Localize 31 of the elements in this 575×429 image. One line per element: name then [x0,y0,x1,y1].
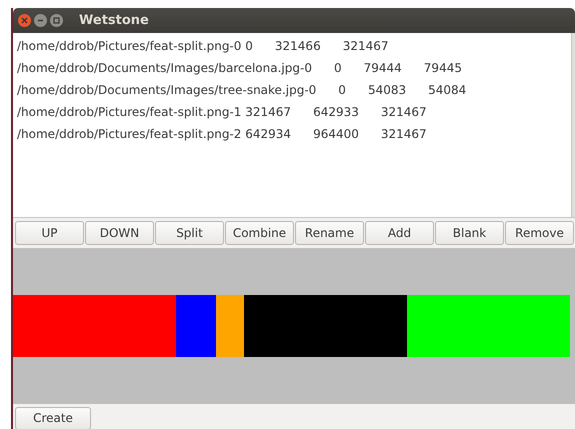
list-cell-text: 54083 [368,82,406,99]
scrollbar[interactable] [571,33,575,217]
list-cell-text: 0 [338,82,346,99]
list-cell-text: 321467 [342,38,389,55]
toolbar-button[interactable]: Blank [435,221,504,245]
list-cell-text: /home/ddrob/Pictures/feat-split.png-2 642934 [17,126,292,143]
list-cell-text: /home/ddrob/Documents/Images/barcelona.jpg-0 [17,60,312,77]
toolbar-button[interactable]: Split [155,221,224,245]
toolbar-button[interactable]: DOWN [85,221,154,245]
list-cell-text: /home/ddrob/Documents/Images/tree-snake.jpg-0 [17,82,316,99]
list-cell-text: 79444 [364,60,402,77]
toolbar-button[interactable]: UP [15,221,84,245]
list-cell-text: 321467 [380,126,427,143]
window-title: Wetstone [79,12,149,30]
list-cell-text: 642933 [313,104,359,121]
toolbar-button[interactable]: Rename [295,221,364,245]
list-cell-text: 0 [334,60,342,77]
list-cell-text: 321467 [380,104,427,121]
toolbar-button[interactable]: Remove [505,221,574,245]
list-cell-text: 54084 [428,82,466,99]
close-icon[interactable] [18,14,31,27]
toolbar-button[interactable]: Add [365,221,434,245]
list-cell-text: /home/ddrob/Pictures/feat-split.png-0 0 [17,38,253,55]
toolbar-button[interactable]: Combine [225,221,294,245]
list-cell-text: /home/ddrob/Pictures/feat-split.png-1 321467 [17,104,292,121]
list-cell-text: 321466 [274,38,321,55]
list-cell-text: 79445 [424,60,462,77]
list-cell-text: 964400 [313,126,359,143]
create-button[interactable]: Create [15,406,91,429]
minimize-icon[interactable] [34,14,47,27]
maximize-icon[interactable] [50,14,63,27]
